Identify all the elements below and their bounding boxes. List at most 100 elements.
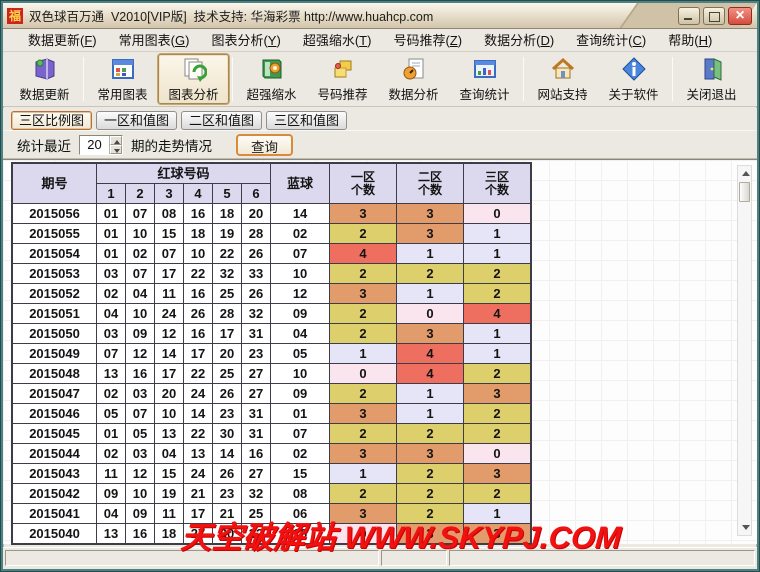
table-row: 201505401020710222607411	[13, 244, 531, 264]
red-ball-cell: 17	[213, 324, 242, 344]
red-ball-cell: 02	[97, 444, 126, 464]
red-ball-cell: 33	[242, 264, 271, 284]
red-ball-cell: 26	[242, 244, 271, 264]
zone1-count-cell: 4	[330, 244, 397, 264]
red-ball-cell: 05	[97, 404, 126, 424]
blue-ball-cell: 07	[271, 244, 330, 264]
table-row: 201504209101921233208222	[13, 484, 531, 504]
zone3-count-cell: 2	[464, 284, 531, 304]
toolbar-button-7[interactable]: 查询统计	[449, 54, 520, 104]
red-ball-cell: 13	[184, 444, 213, 464]
red-ball-cell: 26	[184, 304, 213, 324]
zone2-count-cell: 2	[397, 484, 464, 504]
red-ball-cell: 11	[155, 284, 184, 304]
scroll-down-icon[interactable]	[738, 521, 751, 533]
toolbar-button-10[interactable]: 关闭退出	[676, 54, 747, 104]
period-cell: 2015047	[13, 384, 97, 404]
red-ball-cell: 26	[242, 284, 271, 304]
header-red-col: 3	[155, 184, 184, 204]
blue-ball-cell: 15	[271, 464, 330, 484]
red-ball-cell: 32	[242, 304, 271, 324]
table-row: 201504605071014233101312	[13, 404, 531, 424]
zone1-count-cell: 0	[330, 364, 397, 384]
red-ball-cell: 27	[242, 364, 271, 384]
period-count-value[interactable]: 20	[80, 136, 109, 154]
toolbar-button-3[interactable]: 图表分析	[158, 54, 229, 104]
menu-item-4[interactable]: 超强缩水(T)	[292, 29, 383, 51]
stepper-down-icon[interactable]	[110, 145, 122, 154]
zone1-count-cell: 1	[330, 344, 397, 364]
red-ball-cell: 27	[242, 464, 271, 484]
blue-ball-cell: 02	[271, 224, 330, 244]
toolbar-separator	[672, 57, 673, 101]
period-cell: 2015048	[13, 364, 97, 384]
close-button[interactable]	[728, 7, 752, 25]
scrollbar-thumb[interactable]	[739, 182, 750, 202]
red-ball-cell: 10	[126, 224, 155, 244]
red-ball-cell: 24	[184, 464, 213, 484]
red-ball-cell: 09	[97, 484, 126, 504]
query-button[interactable]: 查询	[236, 134, 293, 156]
red-ball-cell: 07	[126, 204, 155, 224]
toolbar-button-9[interactable]: 关于软件	[598, 54, 669, 104]
blue-ball-cell: 01	[271, 404, 330, 424]
trend-table: 期号红球号码蓝球一区个数二区个数三区个数123456 2015056010708…	[12, 163, 531, 544]
vertical-scrollbar[interactable]	[737, 165, 752, 536]
common-charts-icon	[110, 56, 136, 82]
toolbar-button-5[interactable]: 号码推荐	[307, 54, 378, 104]
blue-ball-cell: 09	[271, 304, 330, 324]
zone2-count-cell: 3	[397, 444, 464, 464]
toolbar-button-label: 网站支持	[537, 84, 587, 103]
toolbar-button-1[interactable]: 数据更新	[9, 54, 80, 104]
stepper-up-icon[interactable]	[110, 136, 122, 145]
zone3-count-cell: 1	[464, 244, 531, 264]
red-ball-cell: 04	[97, 304, 126, 324]
red-ball-cell: 04	[155, 444, 184, 464]
zone3-count-cell: 1	[464, 344, 531, 364]
menu-item-6[interactable]: 数据分析(D)	[473, 29, 565, 51]
period-cell: 2015053	[13, 264, 97, 284]
red-ball-cell: 28	[213, 304, 242, 324]
blue-ball-cell: 04	[271, 324, 330, 344]
tab-2[interactable]: 一区和值图	[96, 111, 177, 130]
period-count-stepper[interactable]: 20	[79, 135, 123, 155]
menu-item-8[interactable]: 帮助(H)	[657, 29, 723, 51]
header-red-col: 6	[242, 184, 271, 204]
tab-4[interactable]: 三区和值图	[266, 111, 347, 130]
about-info-icon	[621, 56, 647, 82]
period-cell: 2015056	[13, 204, 97, 224]
menu-item-3[interactable]: 图表分析(Y)	[200, 29, 291, 51]
blue-ball-cell: 12	[271, 284, 330, 304]
toolbar-button-6[interactable]: 数据分析	[378, 54, 449, 104]
blue-ball-cell: 09	[271, 384, 330, 404]
toolbar-button-4[interactable]: 超强缩水	[236, 54, 307, 104]
menu-bar: 数据更新(F)常用图表(G)图表分析(Y)超强缩水(T)号码推荐(Z)数据分析(…	[3, 29, 757, 52]
window-title: 双色球百万通 V2010[VIP版] 技术支持: 华海彩票 http://www…	[29, 6, 433, 25]
table-header: 期号红球号码蓝球一区个数二区个数三区个数123456	[13, 164, 531, 204]
red-ball-cell: 07	[155, 244, 184, 264]
red-ball-cell: 26	[213, 464, 242, 484]
zone2-count-cell: 2	[397, 424, 464, 444]
table-row: 201505202041116252612312	[13, 284, 531, 304]
red-ball-cell: 20	[242, 204, 271, 224]
blue-ball-cell: 07	[271, 424, 330, 444]
menu-item-1[interactable]: 数据更新(F)	[17, 29, 108, 51]
blue-ball-cell: 14	[271, 204, 330, 224]
shrink-filter-book-icon	[259, 56, 285, 82]
toolbar-button-2[interactable]: 常用图表	[87, 54, 158, 104]
red-ball-cell: 14	[213, 444, 242, 464]
maximize-button[interactable]	[703, 7, 725, 25]
minimize-button[interactable]	[678, 7, 700, 25]
zone3-count-cell: 3	[464, 384, 531, 404]
zone1-count-cell: 2	[330, 384, 397, 404]
scroll-up-icon[interactable]	[738, 168, 751, 180]
menu-item-5[interactable]: 号码推荐(Z)	[382, 29, 473, 51]
toolbar-button-8[interactable]: 网站支持	[527, 54, 598, 104]
red-ball-cell: 03	[97, 324, 126, 344]
title-bar[interactable]: 福 双色球百万通 V2010[VIP版] 技术支持: 华海彩票 http://w…	[3, 3, 757, 29]
red-ball-cell: 07	[97, 344, 126, 364]
tab-3[interactable]: 二区和值图	[181, 111, 262, 130]
menu-item-7[interactable]: 查询统计(C)	[565, 29, 657, 51]
tab-1[interactable]: 三区比例图	[11, 111, 92, 130]
menu-item-2[interactable]: 常用图表(G)	[108, 29, 201, 51]
